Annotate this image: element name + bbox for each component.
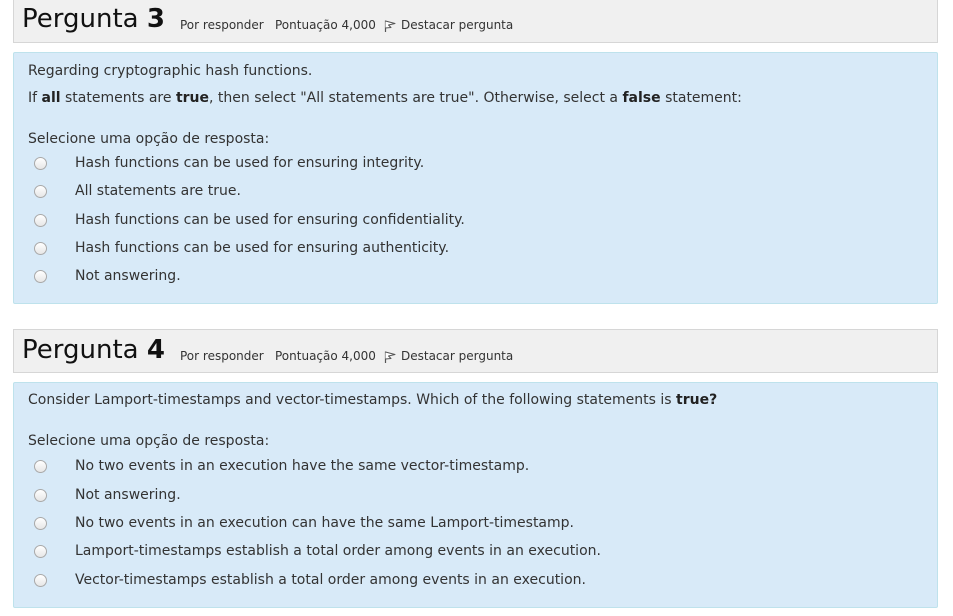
- question-content: Regarding cryptographic hash functions. …: [13, 52, 938, 304]
- question-text-segment: Consider Lamport-timestamps and vector-t…: [28, 392, 677, 408]
- answer-option[interactable]: Not answering.: [28, 484, 908, 506]
- question-text-emphasis: true?: [676, 392, 718, 408]
- question-state: Por responder: [180, 18, 264, 32]
- flag-question-label: Destacar pergunta: [401, 349, 514, 363]
- radio-button[interactable]: [34, 544, 47, 558]
- flag-question-link[interactable]: Destacar pergunta: [383, 348, 513, 364]
- question-title-label: Pergunta: [22, 335, 139, 365]
- flag-icon: [384, 20, 396, 32]
- question-title: Pergunta 3: [22, 2, 165, 36]
- question-info-bar: Pergunta 4 Por responder Pontuação 4,000…: [13, 329, 938, 373]
- answer-option-label: Lamport-timestamps establish a total ord…: [75, 543, 601, 559]
- radio-button[interactable]: [34, 213, 47, 227]
- answer-option-label: Hash functions can be used for ensuring …: [75, 212, 465, 228]
- question-text-segment: If: [28, 90, 42, 106]
- answer-option[interactable]: Not answering.: [28, 265, 908, 287]
- answer-option[interactable]: All statements are true.: [28, 180, 908, 202]
- question-number: 4: [146, 335, 165, 365]
- flag-icon: [384, 351, 396, 363]
- question-text-segment: , then select "All statements are true".…: [209, 90, 623, 106]
- answer-option[interactable]: Lamport-timestamps establish a total ord…: [28, 540, 908, 562]
- radio-button[interactable]: [34, 488, 47, 502]
- answer-option[interactable]: No two events in an execution have the s…: [28, 455, 908, 477]
- answer-option-label: Hash functions can be used for ensuring …: [75, 155, 425, 171]
- question-text-line-1: Consider Lamport-timestamps and vector-t…: [28, 390, 717, 410]
- answer-prompt: Selecione uma opção de resposta:: [28, 131, 270, 147]
- question-grade: Pontuação 4,000: [275, 18, 376, 32]
- question-text-segment: statements are: [60, 90, 176, 106]
- question-text-emphasis: true: [175, 90, 209, 106]
- radio-button[interactable]: [34, 184, 47, 198]
- question-text-segment: statement:: [660, 90, 742, 106]
- answer-option-label: No two events in an execution have the s…: [75, 458, 530, 474]
- question-4: Pergunta 4 Por responder Pontuação 4,000…: [13, 329, 938, 608]
- radio-button[interactable]: [34, 156, 47, 170]
- answer-option[interactable]: No two events in an execution can have t…: [28, 512, 908, 534]
- question-number: 3: [146, 4, 165, 34]
- radio-button[interactable]: [34, 269, 47, 283]
- answer-option-label: All statements are true.: [75, 183, 241, 199]
- answer-option-label: Vector-timestamps establish a total orde…: [75, 572, 586, 588]
- answer-option[interactable]: Vector-timestamps establish a total orde…: [28, 569, 908, 591]
- question-title: Pergunta 4: [22, 333, 165, 367]
- question-3: Pergunta 3 Por responder Pontuação 4,000…: [13, 0, 938, 304]
- radio-button[interactable]: [34, 241, 47, 255]
- answer-option[interactable]: Hash functions can be used for ensuring …: [28, 152, 908, 174]
- flag-question-label: Destacar pergunta: [401, 18, 514, 32]
- answer-option-label: No two events in an execution can have t…: [75, 515, 574, 531]
- answer-option-label: Not answering.: [75, 487, 181, 503]
- question-state: Por responder: [180, 349, 264, 363]
- question-text-line-1: Regarding cryptographic hash functions.: [28, 63, 313, 79]
- radio-button[interactable]: [34, 573, 47, 587]
- radio-button[interactable]: [34, 516, 47, 530]
- question-title-label: Pergunta: [22, 4, 139, 34]
- flag-question-link[interactable]: Destacar pergunta: [383, 17, 513, 33]
- question-text-emphasis: false: [622, 90, 661, 106]
- question-grade: Pontuação 4,000: [275, 349, 376, 363]
- answer-option[interactable]: Hash functions can be used for ensuring …: [28, 237, 908, 259]
- question-text-emphasis: all: [41, 90, 61, 106]
- answer-option-label: Hash functions can be used for ensuring …: [75, 240, 450, 256]
- question-info-bar: Pergunta 3 Por responder Pontuação 4,000…: [13, 0, 938, 43]
- answer-prompt: Selecione uma opção de resposta:: [28, 433, 270, 449]
- answer-option[interactable]: Hash functions can be used for ensuring …: [28, 209, 908, 231]
- question-content: Consider Lamport-timestamps and vector-t…: [13, 382, 938, 608]
- question-text-line-2: If all statements are true, then select …: [28, 88, 742, 108]
- radio-button[interactable]: [34, 459, 47, 473]
- answer-option-label: Not answering.: [75, 268, 181, 284]
